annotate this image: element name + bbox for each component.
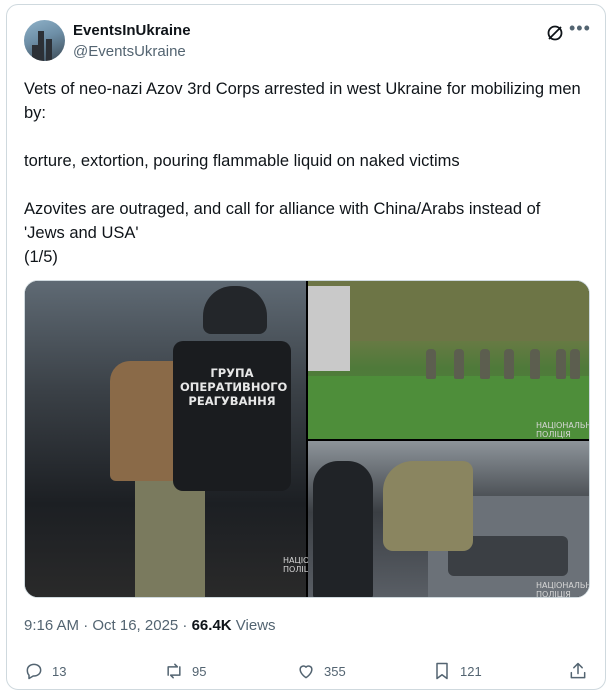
author-display-name[interactable]: EventsInUkraine	[73, 22, 191, 39]
like-button[interactable]: 355	[296, 661, 346, 681]
views-count: 66.4K	[191, 617, 232, 634]
photo-field-soldiers[interactable]: НАЦІОНАЛЬНА ПОЛІЦІЯ	[308, 281, 589, 439]
reply-count: 13	[52, 663, 67, 679]
reply-button[interactable]: 13	[24, 661, 66, 681]
action-bar: 13 95 355 121	[24, 661, 590, 685]
share-icon	[570, 662, 586, 679]
bookmark-button[interactable]: 121	[432, 661, 482, 681]
watermark: НАЦІОНАЛЬНА ПОЛІЦІЯ	[536, 581, 589, 598]
tweet-card: EventsInUkraine @EventsUkraine ••• Vets …	[6, 4, 606, 690]
like-icon	[299, 665, 313, 679]
repost-icon	[167, 663, 181, 679]
like-count: 355	[324, 663, 346, 679]
post-text: Vets of neo-nazi Azov 3rd Corps arrested…	[24, 77, 584, 269]
vest-label: ГРУПА ОПЕРАТИВНОГО РЕАГУВАННЯ	[180, 366, 288, 408]
photo-arrest[interactable]: ГРУПА ОПЕРАТИВНОГО РЕАГУВАННЯ НАЦІОНАЛЬН…	[25, 281, 344, 597]
author-handle[interactable]: @EventsUkraine	[73, 43, 186, 60]
share-button[interactable]	[568, 661, 596, 681]
media-grid: ГРУПА ОПЕРАТИВНОГО РЕАГУВАННЯ НАЦІОНАЛЬН…	[24, 280, 590, 598]
grok-icon[interactable]	[545, 23, 565, 43]
repost-count: 95	[192, 663, 207, 679]
bookmark-count: 121	[460, 663, 482, 679]
post-paragraph: Azovites are outraged, and call for alli…	[24, 200, 541, 266]
post-paragraph: Vets of neo-nazi Azov 3rd Corps arrested…	[24, 80, 586, 122]
more-icon[interactable]: •••	[569, 18, 591, 39]
watermark: НАЦІОНАЛЬНА ПОЛІЦІЯ	[536, 421, 589, 439]
post-paragraph: torture, extortion, pouring flammable li…	[24, 152, 460, 170]
timestamp[interactable]: 9:16 AM · Oct 16, 2025 ·	[24, 617, 192, 634]
post-timestamp: 9:16 AM · Oct 16, 2025 · 66.4K Views	[24, 617, 276, 634]
views-label: Views	[231, 617, 276, 634]
photo-car-detention[interactable]: НАЦІОНАЛЬНА ПОЛІЦІЯ	[308, 441, 589, 598]
avatar[interactable]	[24, 20, 65, 61]
bookmark-icon	[436, 662, 448, 680]
repost-button[interactable]: 95	[164, 661, 206, 681]
reply-icon	[26, 663, 42, 680]
